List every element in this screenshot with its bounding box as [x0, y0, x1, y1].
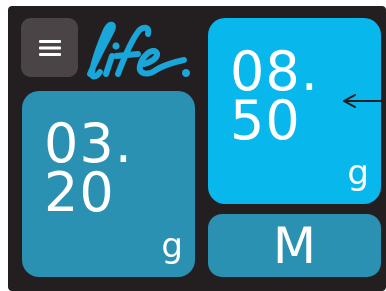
left-weight-tile[interactable]: 03. 20 g	[22, 91, 195, 277]
right-weight-unit: g	[347, 153, 369, 193]
right-weight-tile[interactable]: 08. 50 g	[208, 18, 381, 204]
menu-button[interactable]	[21, 18, 78, 77]
mode-button[interactable]: M	[208, 214, 381, 277]
life-logo	[82, 16, 206, 86]
app-panel: 03. 20 g 08. 50 g M	[8, 6, 386, 291]
left-weight-value-line1: 03.	[44, 112, 133, 175]
right-weight-value: 08. 50	[230, 40, 319, 148]
left-weight-unit: g	[161, 226, 183, 266]
mode-label: M	[272, 216, 317, 275]
left-weight-value: 03. 20	[44, 112, 133, 220]
hamburger-menu-icon	[38, 39, 61, 56]
right-weight-value-line1: 08.	[230, 40, 319, 103]
arrow-left-icon	[343, 94, 381, 108]
